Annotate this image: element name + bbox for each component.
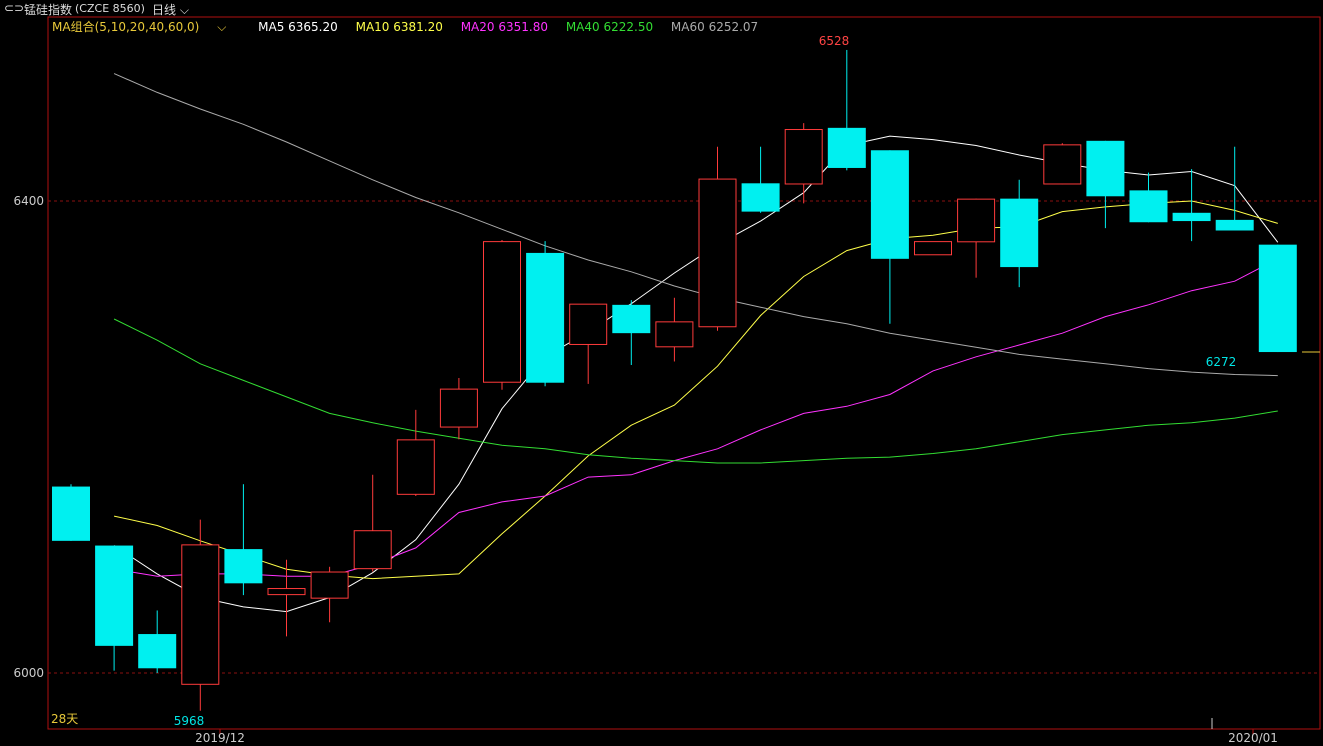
candle [1129, 172, 1168, 223]
candle-body [439, 388, 478, 428]
candle-body [483, 241, 521, 383]
low-price-label: 5968 [174, 714, 205, 728]
candle-body [1129, 190, 1168, 223]
candle-body [784, 129, 823, 185]
high-price-label: 6528 [819, 34, 850, 48]
candle [698, 146, 737, 331]
candle-body [1043, 144, 1082, 185]
candle-body [827, 127, 866, 168]
ma60-line [113, 73, 1278, 377]
candle [914, 241, 952, 256]
candle [52, 484, 90, 541]
candles [52, 49, 1297, 711]
candle [870, 150, 909, 324]
candle-body [698, 178, 737, 328]
candle-body [396, 439, 435, 495]
candle-body [138, 634, 177, 669]
candle [784, 123, 823, 204]
candle [181, 519, 220, 711]
candle [1258, 244, 1297, 353]
candle [439, 378, 478, 440]
candle [396, 409, 435, 496]
candle [310, 566, 349, 623]
candle [353, 474, 392, 572]
candle-body [569, 303, 608, 345]
candle-body [1000, 198, 1039, 268]
candle-body [224, 549, 263, 584]
candle [612, 300, 651, 366]
candle-body [181, 544, 220, 685]
candle-body [655, 321, 694, 348]
candle-body [914, 241, 952, 256]
candle-body [310, 571, 349, 599]
candle [1043, 143, 1082, 185]
candle [1215, 146, 1254, 231]
candle [1000, 179, 1039, 288]
last-price-label: 6272 [1206, 355, 1237, 369]
grid-lines [48, 200, 1320, 734]
candle-body [95, 545, 134, 646]
candle-body [1258, 244, 1297, 353]
candle-body [612, 304, 651, 334]
candle-body [1172, 212, 1211, 222]
ma10-line [113, 200, 1278, 580]
candle [224, 484, 263, 596]
candle [1172, 169, 1211, 242]
candle-body [741, 183, 780, 212]
candle [526, 241, 565, 387]
x-tick-label: 2019/12 [195, 731, 245, 745]
candle-body [353, 530, 392, 570]
chart-frame [47, 16, 1321, 730]
candle [95, 545, 134, 671]
candle-body [957, 198, 996, 243]
candle-body [1215, 219, 1254, 231]
candle [827, 49, 866, 171]
candle [957, 198, 996, 278]
candle [655, 297, 694, 362]
candle-body [52, 486, 90, 541]
days-label: 28天 [51, 712, 78, 726]
y-tick-label: 6400 [13, 194, 44, 208]
x-tick-label: 2020/01 [1228, 731, 1278, 745]
chart-border [47, 16, 1321, 730]
candle [1086, 140, 1125, 229]
candle-body [526, 252, 565, 383]
candle [741, 146, 780, 213]
candle [569, 303, 608, 384]
candlestick-chart[interactable]: 6400 6000 2019/12 2020/01 6528 5968 6272 28天 [0, 0, 1323, 746]
candle [138, 610, 177, 673]
ma20-line [114, 258, 1279, 577]
ma40-line [113, 318, 1278, 464]
candle-body [1086, 140, 1125, 197]
candle-body [870, 150, 909, 259]
candle-body [267, 588, 306, 596]
candle [483, 239, 521, 390]
y-tick-label: 6000 [13, 666, 44, 680]
